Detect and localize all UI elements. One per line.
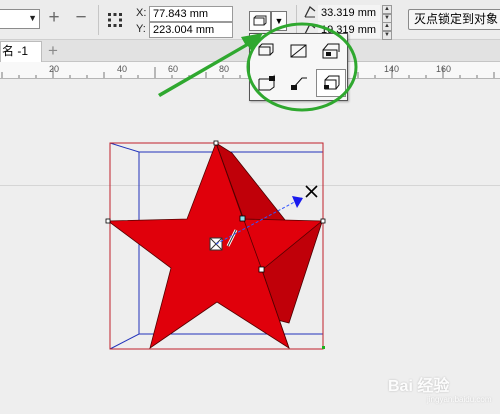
- vanishing-point-arrow[interactable]: [292, 196, 303, 208]
- extrude-front-parallel-icon: [324, 75, 340, 90]
- extrude-depth-handle[interactable]: [258, 266, 265, 273]
- extrude-midpoint-handle[interactable]: [239, 215, 246, 222]
- vanishing-point-menu: [249, 33, 348, 101]
- baidu-watermark-url: jingyan.baidu.com: [427, 395, 492, 404]
- extrude-big-back-icon: [322, 43, 340, 59]
- extrude-small-back-icon: [258, 43, 274, 56]
- extrude-back-parallel-icon: [291, 77, 307, 90]
- selection-handle[interactable]: [320, 218, 326, 224]
- vp-option-4[interactable]: [252, 69, 282, 97]
- selection-handle[interactable]: [105, 218, 111, 224]
- vp-option-1[interactable]: [252, 37, 282, 65]
- extrude-big-front-icon: [258, 74, 275, 91]
- vp-option-3[interactable]: [316, 37, 346, 65]
- baidu-watermark-logo: Bai 经验: [388, 378, 450, 395]
- vp-option-5[interactable]: [284, 69, 314, 97]
- selection-handle[interactable]: [213, 140, 219, 146]
- vp-option-2[interactable]: [284, 37, 314, 65]
- vp-option-6[interactable]: [316, 69, 346, 97]
- bbox-corner-marker: [322, 346, 325, 349]
- extrude-small-front-icon: [290, 44, 307, 58]
